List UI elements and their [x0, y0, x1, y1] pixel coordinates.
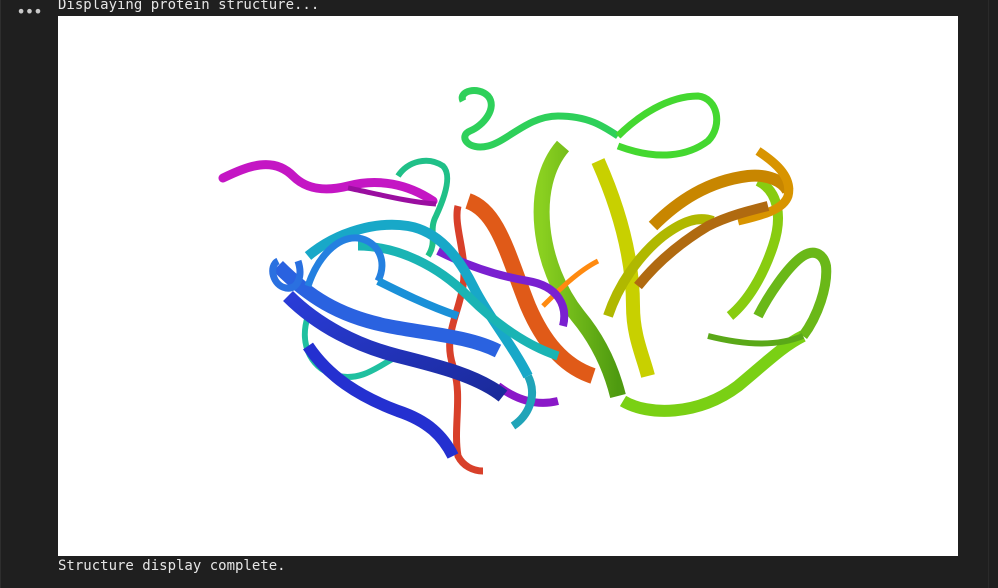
output-status-end: Structure display complete. — [58, 558, 286, 574]
output-status-start: Displaying protein structure... — [58, 0, 320, 13]
output-cell: ••• Displaying protein structure... Stru… — [0, 0, 998, 588]
protein-viewer[interactable] — [58, 16, 958, 556]
scrollbar-track[interactable] — [988, 0, 998, 588]
ellipsis-icon[interactable]: ••• — [15, 0, 43, 22]
protein-ribbon-image — [218, 87, 832, 475]
